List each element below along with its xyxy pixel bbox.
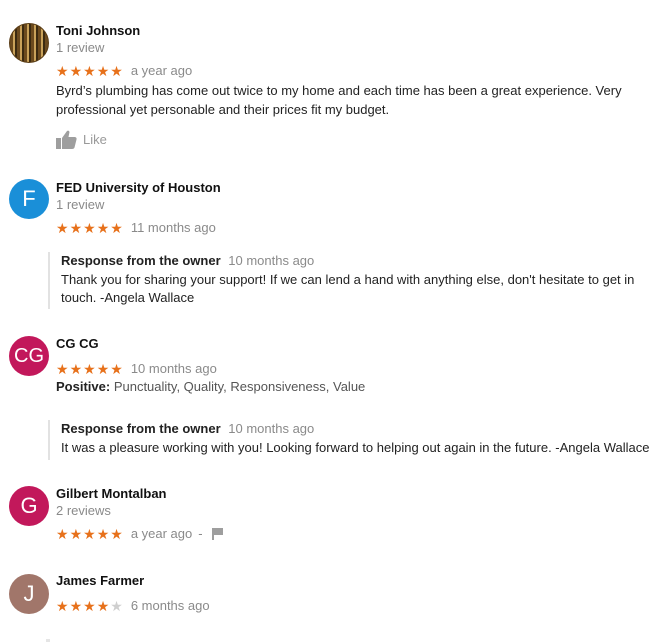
avatar[interactable]: G: [9, 486, 49, 526]
rating-line: ★ ★ ★ ★ ★ 10 months ago: [56, 361, 217, 376]
rating-line: ★ ★ ★ ★ ★ 11 months ago: [56, 220, 216, 235]
reviewer-name[interactable]: CG CG: [56, 336, 99, 351]
flag-icon[interactable]: [211, 527, 224, 540]
avatar-letter: G: [20, 493, 38, 518]
star-rating: ★ ★ ★ ★ ★: [56, 221, 124, 235]
star-icon: ★: [83, 525, 97, 542]
review-date: 11 months ago: [130, 220, 216, 235]
avatar[interactable]: F: [9, 179, 49, 219]
owner-response-date: 10 months ago: [228, 253, 315, 268]
owner-response-header: Response from the owner 10 months ago: [61, 420, 661, 439]
star-icon: ★: [69, 219, 84, 236]
owner-response-text: Thank you for sharing your support! If w…: [61, 271, 635, 306]
thumbs-up-icon: [56, 130, 77, 149]
star-icon: ★: [56, 597, 70, 614]
positive-label: Positive:: [56, 379, 111, 394]
star-icon: ★: [96, 219, 111, 236]
star-icon: ★: [69, 360, 84, 377]
star-icon: ★: [56, 360, 70, 377]
star-icon: ★: [69, 597, 84, 614]
like-button[interactable]: Like: [56, 130, 107, 149]
reviewer-name[interactable]: James Farmer: [56, 573, 144, 588]
review-count[interactable]: 2 reviews: [56, 503, 111, 518]
reviewer-name[interactable]: FED University of Houston: [56, 180, 221, 195]
positive-attributes: Positive: Punctuality, Quality, Responsi…: [56, 378, 636, 397]
star-icon: ★: [110, 360, 124, 377]
avatar-letter: F: [22, 186, 36, 211]
star-icon: ★: [96, 525, 111, 542]
star-icon: ★: [56, 62, 70, 79]
owner-response: Response from the owner 10 months ago It…: [48, 420, 661, 460]
star-icon: ★: [69, 62, 84, 79]
star-rating: ★ ★ ★ ★ ★: [56, 599, 124, 613]
like-label: Like: [83, 132, 107, 147]
star-icon: ★: [83, 62, 97, 79]
reviewer-name[interactable]: Toni Johnson: [56, 23, 140, 38]
review-date: 6 months ago: [130, 598, 210, 613]
rating-line: ★ ★ ★ ★ ★ a year ago -: [56, 526, 224, 541]
star-icon: ★: [96, 597, 111, 614]
owner-response-text: It was a pleasure working with you! Look…: [61, 439, 650, 455]
star-icon: ★: [110, 62, 124, 79]
avatar-letter: CG: [14, 344, 44, 367]
owner-response: Response from the owner 10 months ago Th…: [48, 252, 661, 309]
owner-response-title: Response from the owner: [61, 253, 221, 268]
avatar-letter: J: [23, 581, 35, 606]
star-rating: ★ ★ ★ ★ ★: [56, 527, 124, 541]
positive-values: Punctuality, Quality, Responsiveness, Va…: [113, 379, 366, 394]
star-icon: ★: [69, 525, 84, 542]
separator: -: [198, 526, 203, 541]
star-icon: ★: [110, 219, 124, 236]
review-date: 10 months ago: [130, 361, 217, 376]
star-icon: ★: [56, 219, 70, 236]
avatar[interactable]: J: [9, 574, 49, 614]
rating-line: ★ ★ ★ ★ ★ a year ago: [56, 63, 192, 78]
review-count[interactable]: 1 review: [56, 197, 104, 212]
star-icon: ★: [96, 360, 111, 377]
star-rating: ★ ★ ★ ★ ★: [56, 64, 124, 78]
star-icon: ★: [83, 597, 97, 614]
star-icon: ★: [96, 62, 111, 79]
review-count[interactable]: 1 review: [56, 40, 104, 55]
rating-line: ★ ★ ★ ★ ★ 6 months ago: [56, 598, 210, 613]
review-date: a year ago: [130, 526, 193, 541]
owner-response-title: Response from the owner: [61, 421, 221, 436]
owner-response-date: 10 months ago: [228, 421, 315, 436]
star-empty-icon: ★: [110, 597, 124, 614]
review-text: Byrd’s plumbing has come out twice to my…: [56, 83, 622, 117]
review-date: a year ago: [130, 63, 193, 78]
star-icon: ★: [83, 219, 97, 236]
star-rating: ★ ★ ★ ★ ★: [56, 362, 124, 376]
star-icon: ★: [56, 525, 70, 542]
avatar[interactable]: [9, 23, 49, 63]
avatar[interactable]: CG: [9, 336, 49, 376]
star-icon: ★: [83, 360, 97, 377]
owner-response-header: Response from the owner 10 months ago: [61, 252, 661, 271]
reviewer-name[interactable]: Gilbert Montalban: [56, 486, 167, 501]
star-icon: ★: [110, 525, 124, 542]
